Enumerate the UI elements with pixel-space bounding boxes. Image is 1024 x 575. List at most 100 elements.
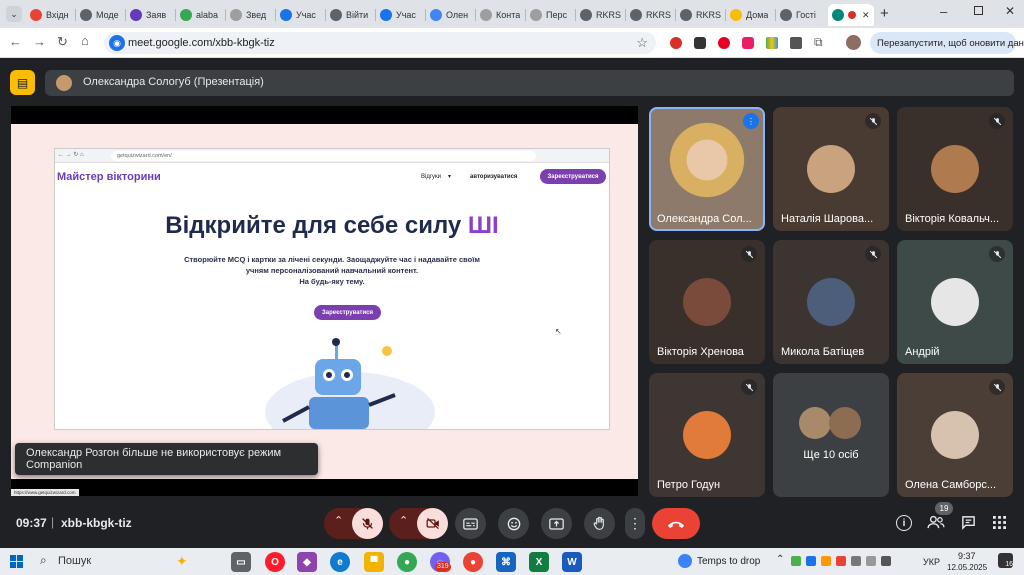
extension-3-icon[interactable] (742, 37, 754, 49)
mic-off-button[interactable] (352, 508, 383, 539)
browser-tab[interactable]: Моде (76, 4, 124, 26)
meeting-code-divider: | (51, 515, 55, 529)
participant-tile[interactable]: Петро Годун (649, 373, 765, 497)
browser-tab[interactable]: RKRS (676, 4, 724, 26)
browser-tab[interactable]: RKRS (626, 4, 674, 26)
opera-icon[interactable]: O (265, 552, 285, 572)
browser-tab[interactable]: RKRS (576, 4, 624, 26)
restart-update-button[interactable]: Перезапустити, щоб оновити дані (870, 32, 1024, 54)
file-explorer-icon[interactable]: ▀ (364, 552, 384, 572)
url-text: meet.google.com/xbb-kbgk-tiz (128, 37, 275, 49)
browser-tab[interactable]: Перс (526, 4, 574, 26)
close-window-button[interactable]: ✕ (1005, 4, 1015, 18)
participant-tile[interactable]: ⋮ Олександра Сол... (649, 107, 765, 231)
participant-name: Наталія Шарова... (781, 213, 874, 225)
site-info-icon[interactable]: ◉ (109, 35, 125, 51)
video-options-chevron-icon[interactable]: ⌃ (399, 514, 408, 527)
activities-button[interactable] (993, 516, 1006, 534)
recording-dot-icon (848, 11, 856, 19)
extension-5-icon[interactable] (790, 37, 802, 49)
tray-icon-4[interactable] (836, 556, 846, 566)
reactions-button[interactable] (498, 508, 529, 539)
taskbar-search-label[interactable]: Пошук (58, 555, 91, 567)
browser-tab[interactable]: Учас (276, 4, 324, 26)
participant-tile[interactable]: Андрій (897, 240, 1013, 364)
word-icon[interactable]: W (562, 552, 582, 572)
meeting-time: 09:37 (16, 516, 47, 530)
weather-label[interactable]: Temps to drop (697, 556, 760, 567)
extension-1-icon[interactable] (670, 37, 682, 49)
minimize-button[interactable]: – (940, 4, 947, 19)
close-tab-icon[interactable]: ✕ (862, 10, 870, 21)
home-icon[interactable]: ⌂ (81, 33, 89, 48)
tab-favicon-icon (680, 9, 692, 21)
browser-tab[interactable]: Війти (326, 4, 374, 26)
chrome-icon-1[interactable]: ● (397, 552, 417, 572)
back-icon[interactable]: ← (9, 34, 22, 49)
maximize-button[interactable] (974, 6, 983, 15)
present-button[interactable] (541, 508, 572, 539)
language-indicator[interactable]: УКР (923, 557, 940, 567)
browser-tab[interactable]: Звед (226, 4, 274, 26)
copilot-app-icon[interactable]: ◆ (297, 552, 317, 572)
chat-button[interactable] (961, 515, 976, 535)
tray-icon-3[interactable] (821, 556, 831, 566)
clock-date[interactable]: 12.05.2025 (947, 563, 987, 572)
browser-tab[interactable]: Дома (726, 4, 774, 26)
tab-search-icon[interactable]: ⌄ (6, 6, 22, 22)
participant-tile[interactable]: Олена Самборс... (897, 373, 1013, 497)
new-tab-button[interactable]: + (880, 5, 889, 22)
presentation-indicator-icon[interactable]: ▤ (10, 70, 35, 95)
participant-tile[interactable]: Ще 10 осіб (773, 373, 889, 497)
hero-cta-button: Зареєструватися (314, 305, 381, 320)
captions-button[interactable] (455, 508, 486, 539)
tray-icon-6[interactable] (866, 556, 876, 566)
profile-avatar[interactable] (846, 35, 861, 50)
forward-icon[interactable]: → (33, 34, 46, 49)
weather-icon[interactable] (678, 554, 692, 568)
people-button[interactable] (927, 515, 945, 534)
participant-tile[interactable]: Вікторія Ковальч... (897, 107, 1013, 231)
address-bar[interactable]: ◉ meet.google.com/xbb-kbgk-tiz ☆ (104, 32, 656, 54)
browser-tab[interactable]: Заяв (126, 4, 174, 26)
browser-tab[interactable]: Олен (426, 4, 474, 26)
participant-tile[interactable]: Наталія Шарова... (773, 107, 889, 231)
tray-icon-2[interactable] (806, 556, 816, 566)
extensions-puzzle-icon[interactable]: ⧉ (814, 35, 823, 50)
presenter-bar: Олександра Сологуб (Презентація) (45, 70, 1014, 96)
tray-chevron-icon[interactable]: ⌃ (776, 554, 784, 565)
participant-tile[interactable]: Микола Батіщев (773, 240, 889, 364)
tray-icon-1[interactable] (791, 556, 801, 566)
more-options-icon[interactable]: ⋮ (625, 508, 645, 539)
windows-start-icon[interactable] (10, 555, 23, 568)
bookmark-star-icon[interactable]: ☆ (636, 35, 648, 51)
network-app-icon[interactable]: ⌘ (496, 552, 516, 572)
tray-icon-7[interactable] (881, 556, 891, 566)
meeting-info-icon[interactable]: i (896, 515, 912, 531)
taskbar-search-icon[interactable]: ⌕ (40, 553, 47, 568)
reload-icon[interactable]: ↻ (57, 34, 68, 50)
camera-off-button[interactable] (417, 508, 448, 539)
tray-icon-5[interactable] (851, 556, 861, 566)
browser-tab[interactable]: Гості (776, 4, 824, 26)
browser-tab[interactable]: Конта (476, 4, 524, 26)
active-browser-tab[interactable]: ✕ (828, 4, 874, 26)
copilot-sparkle-icon[interactable]: ✦ (176, 553, 188, 570)
chrome-icon-2[interactable]: ● (463, 552, 483, 572)
browser-tab[interactable]: Учас (376, 4, 424, 26)
edge-icon[interactable]: e (330, 552, 350, 572)
audio-options-chevron-icon[interactable]: ⌃ (334, 514, 343, 527)
notification-icon[interactable]: 16 (998, 553, 1013, 568)
participant-tile[interactable]: Вікторія Хренова (649, 240, 765, 364)
tab-favicon-icon (280, 9, 292, 21)
excel-icon[interactable]: X (529, 552, 549, 572)
extension-2-icon[interactable] (694, 37, 706, 49)
extension-4-icon[interactable] (766, 37, 778, 49)
browser-tab[interactable]: alaba (176, 4, 224, 26)
raise-hand-button[interactable] (584, 508, 615, 539)
browser-tab[interactable]: Вхідн (26, 4, 74, 26)
leave-call-button[interactable] (652, 508, 700, 539)
clock-time[interactable]: 9:37 (958, 551, 976, 561)
pinterest-icon[interactable] (718, 37, 730, 49)
task-view-icon[interactable]: ▭ (231, 552, 251, 572)
